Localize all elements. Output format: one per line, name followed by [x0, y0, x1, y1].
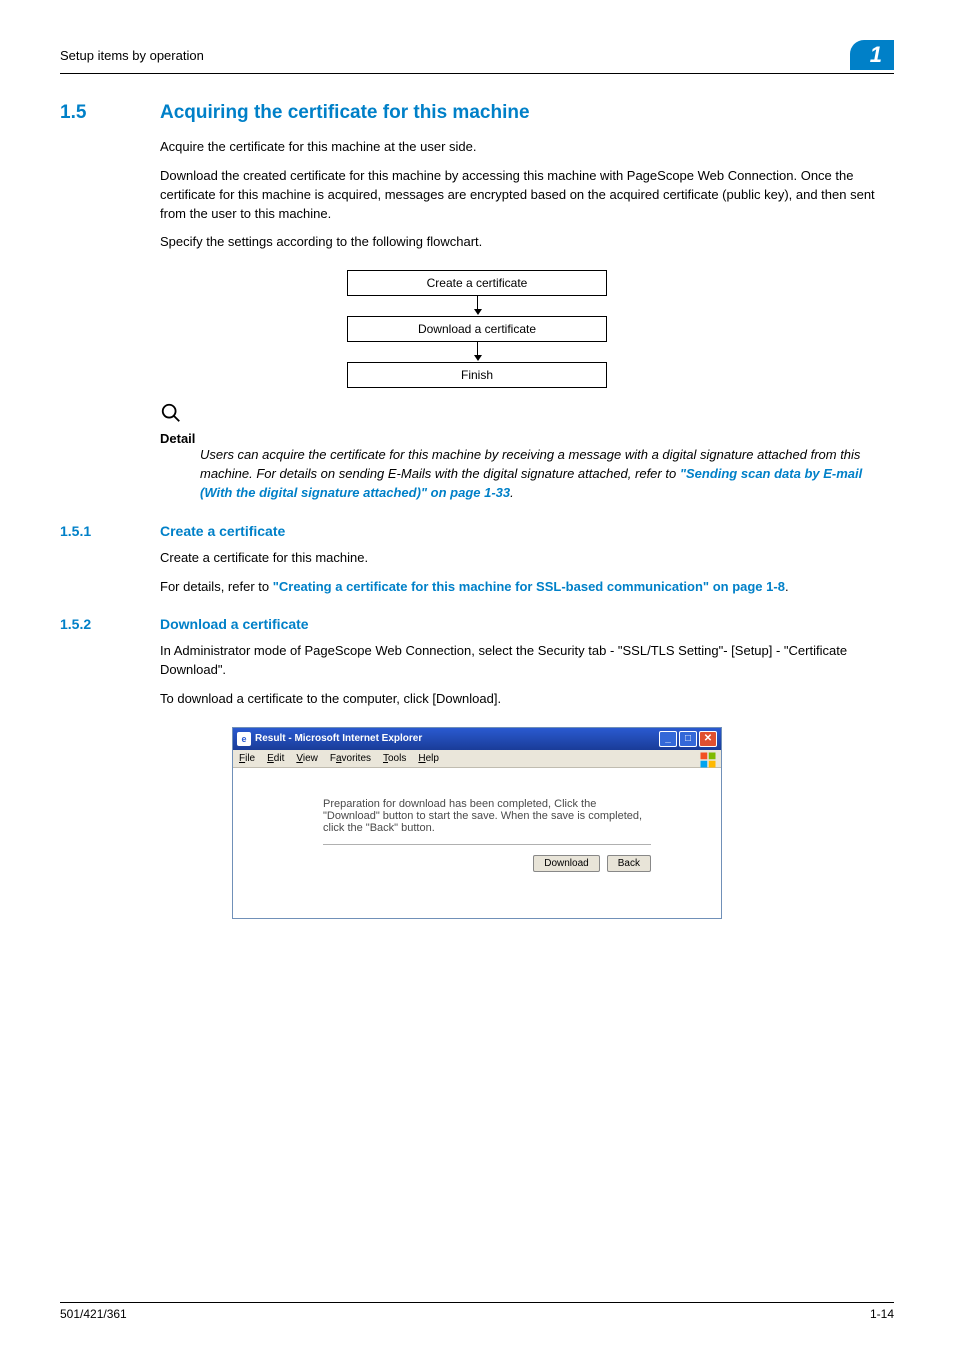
dialog-content: Preparation for download has been comple… [233, 768, 721, 918]
detail-text: Users can acquire the certificate for th… [200, 446, 894, 503]
arrow-down-icon [347, 342, 607, 362]
download-button[interactable]: Download [533, 855, 599, 872]
detail-text-post: . [510, 485, 514, 500]
detail-label: Detail [160, 431, 894, 446]
cross-reference-link[interactable]: "Creating a certificate for this machine… [273, 579, 785, 594]
section-number: 1.5 [60, 102, 160, 124]
dialog-message: Preparation for download has been comple… [323, 798, 651, 834]
embedded-screenshot: e Result - Microsoft Internet Explorer _… [232, 727, 722, 919]
flow-step: Create a certificate [347, 270, 607, 296]
subsection-number: 1.5.1 [60, 523, 160, 539]
text-pre: For details, refer to [160, 579, 273, 594]
subsection-heading: 1.5.1 Create a certificate [60, 523, 894, 539]
section-heading: 1.5 Acquiring the certificate for this m… [60, 102, 894, 124]
menu-help[interactable]: Help [418, 753, 439, 764]
flow-step: Finish [347, 362, 607, 388]
menu-edit[interactable]: Edit [267, 753, 284, 764]
flow-step: Download a certificate [347, 316, 607, 342]
subsection-heading: 1.5.2 Download a certificate [60, 616, 894, 632]
paragraph: For details, refer to "Creating a certif… [160, 578, 894, 597]
menu-view[interactable]: View [296, 753, 318, 764]
page-header: Setup items by operation 1 [60, 40, 894, 74]
window-title: Result - Microsoft Internet Explorer [255, 733, 422, 744]
ie-logo-icon [699, 751, 717, 769]
subsection-title: Download a certificate [160, 616, 309, 632]
arrow-down-icon [347, 296, 607, 316]
footer-model: 501/421/361 [60, 1307, 127, 1321]
divider [323, 844, 651, 845]
paragraph: To download a certificate to the compute… [160, 690, 894, 709]
paragraph: Acquire the certificate for this machine… [160, 138, 894, 157]
chapter-number: 1 [850, 40, 894, 70]
section-title: Acquiring the certificate for this machi… [160, 102, 530, 124]
window-titlebar: e Result - Microsoft Internet Explorer _… [233, 728, 721, 750]
header-breadcrumb: Setup items by operation [60, 48, 204, 63]
paragraph: Create a certificate for this machine. [160, 549, 894, 568]
window-controls: _ □ ✕ [659, 731, 717, 747]
paragraph: In Administrator mode of PageScope Web C… [160, 642, 894, 680]
magnify-icon [160, 402, 182, 427]
minimize-button[interactable]: _ [659, 731, 677, 747]
text-post: . [785, 579, 789, 594]
menubar: File Edit View Favorites Tools Help [233, 750, 721, 768]
back-button[interactable]: Back [607, 855, 651, 872]
paragraph: Specify the settings according to the fo… [160, 233, 894, 252]
menu-file[interactable]: File [239, 753, 255, 764]
menu-tools[interactable]: Tools [383, 753, 406, 764]
paragraph: Download the created certificate for thi… [160, 167, 894, 224]
page-footer: 501/421/361 1-14 [60, 1302, 894, 1321]
subsection-number: 1.5.2 [60, 616, 160, 632]
flowchart: Create a certificate Download a certific… [347, 270, 607, 388]
close-button[interactable]: ✕ [699, 731, 717, 747]
subsection-title: Create a certificate [160, 523, 285, 539]
detail-note: Detail Users can acquire the certificate… [160, 402, 894, 503]
footer-page: 1-14 [870, 1307, 894, 1321]
ie-icon: e [237, 732, 251, 746]
menu-favorites[interactable]: Favorites [330, 753, 371, 764]
maximize-button[interactable]: □ [679, 731, 697, 747]
